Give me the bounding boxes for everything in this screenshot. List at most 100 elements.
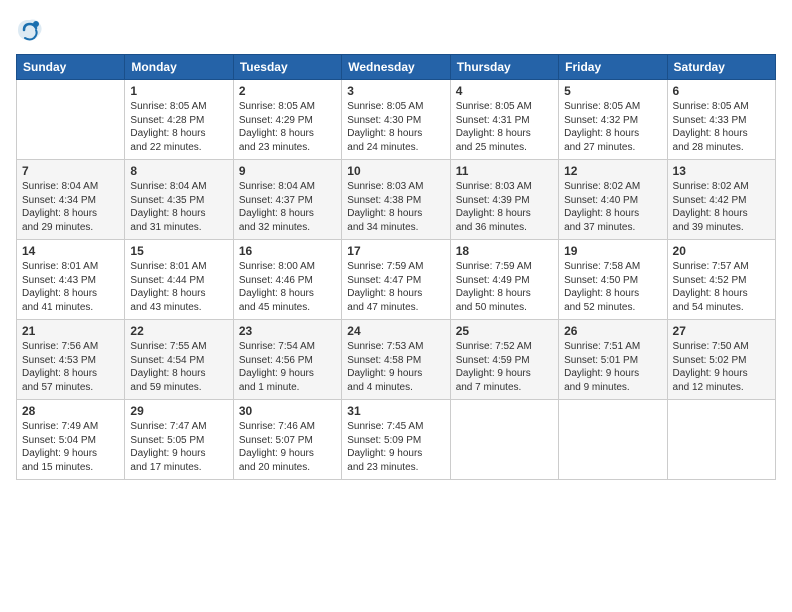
calendar-cell	[17, 80, 125, 160]
calendar-cell: 9 Sunrise: 8:04 AM Sunset: 4:37 PM Daylig…	[233, 160, 341, 240]
day-number: 16	[239, 244, 336, 258]
day-info: Sunrise: 8:02 AM Sunset: 4:42 PM Dayligh…	[673, 180, 770, 234]
day-number: 12	[564, 164, 661, 178]
day-info: Sunrise: 8:05 AM Sunset: 4:31 PM Dayligh…	[456, 100, 553, 154]
day-info: Sunrise: 8:05 AM Sunset: 4:29 PM Dayligh…	[239, 100, 336, 154]
day-info: Sunrise: 8:04 AM Sunset: 4:37 PM Dayligh…	[239, 180, 336, 234]
day-number: 29	[130, 404, 227, 418]
calendar-cell: 4 Sunrise: 8:05 AM Sunset: 4:31 PM Daylig…	[450, 80, 558, 160]
calendar-cell: 3 Sunrise: 8:05 AM Sunset: 4:30 PM Daylig…	[342, 80, 450, 160]
day-number: 28	[22, 404, 119, 418]
calendar-cell: 12 Sunrise: 8:02 AM Sunset: 4:40 PM Dayli…	[559, 160, 667, 240]
calendar-cell: 29 Sunrise: 7:47 AM Sunset: 5:05 PM Dayli…	[125, 400, 233, 480]
weekday-header-cell: Saturday	[667, 55, 775, 80]
day-info: Sunrise: 8:04 AM Sunset: 4:34 PM Dayligh…	[22, 180, 119, 234]
day-number: 4	[456, 84, 553, 98]
calendar-cell: 11Sunrise: 8:03 AM Sunset: 4:39 PM Dayli…	[450, 160, 558, 240]
weekday-header-cell: Friday	[559, 55, 667, 80]
day-number: 2	[239, 84, 336, 98]
day-info: Sunrise: 7:56 AM Sunset: 4:53 PM Dayligh…	[22, 340, 119, 394]
calendar-cell: 1Sunrise: 8:05 AM Sunset: 4:28 PM Daylig…	[125, 80, 233, 160]
day-info: Sunrise: 7:59 AM Sunset: 4:47 PM Dayligh…	[347, 260, 444, 314]
day-info: Sunrise: 7:50 AM Sunset: 5:02 PM Dayligh…	[673, 340, 770, 394]
day-info: Sunrise: 7:45 AM Sunset: 5:09 PM Dayligh…	[347, 420, 444, 474]
day-info: Sunrise: 7:52 AM Sunset: 4:59 PM Dayligh…	[456, 340, 553, 394]
day-info: Sunrise: 7:49 AM Sunset: 5:04 PM Dayligh…	[22, 420, 119, 474]
calendar-cell: 7Sunrise: 8:04 AM Sunset: 4:34 PM Daylig…	[17, 160, 125, 240]
day-info: Sunrise: 8:05 AM Sunset: 4:33 PM Dayligh…	[673, 100, 770, 154]
calendar-cell: 26 Sunrise: 7:51 AM Sunset: 5:01 PM Dayli…	[559, 320, 667, 400]
day-number: 20	[673, 244, 770, 258]
calendar-cell: 23 Sunrise: 7:54 AM Sunset: 4:56 PM Dayli…	[233, 320, 341, 400]
calendar-week-row: 7Sunrise: 8:04 AM Sunset: 4:34 PM Daylig…	[17, 160, 776, 240]
weekday-header-cell: Wednesday	[342, 55, 450, 80]
page-container: SundayMondayTuesdayWednesdayThursdayFrid…	[0, 0, 792, 490]
logo	[16, 16, 48, 44]
calendar-cell: 15 Sunrise: 8:01 AM Sunset: 4:44 PM Dayli…	[125, 240, 233, 320]
calendar-cell	[559, 400, 667, 480]
day-number: 1	[130, 84, 227, 98]
day-info: Sunrise: 8:04 AM Sunset: 4:35 PM Dayligh…	[130, 180, 227, 234]
day-number: 14	[22, 244, 119, 258]
calendar-cell: 18 Sunrise: 7:59 AM Sunset: 4:49 PM Dayli…	[450, 240, 558, 320]
day-info: Sunrise: 7:46 AM Sunset: 5:07 PM Dayligh…	[239, 420, 336, 474]
day-number: 8	[130, 164, 227, 178]
calendar-cell: 17 Sunrise: 7:59 AM Sunset: 4:47 PM Dayli…	[342, 240, 450, 320]
calendar-week-row: 21Sunrise: 7:56 AM Sunset: 4:53 PM Dayli…	[17, 320, 776, 400]
calendar-cell: 22 Sunrise: 7:55 AM Sunset: 4:54 PM Dayli…	[125, 320, 233, 400]
calendar-cell: 24Sunrise: 7:53 AM Sunset: 4:58 PM Dayli…	[342, 320, 450, 400]
header	[16, 16, 776, 44]
weekday-header-cell: Thursday	[450, 55, 558, 80]
day-info: Sunrise: 8:02 AM Sunset: 4:40 PM Dayligh…	[564, 180, 661, 234]
day-info: Sunrise: 7:51 AM Sunset: 5:01 PM Dayligh…	[564, 340, 661, 394]
day-number: 23	[239, 324, 336, 338]
calendar-week-row: 1Sunrise: 8:05 AM Sunset: 4:28 PM Daylig…	[17, 80, 776, 160]
day-info: Sunrise: 8:00 AM Sunset: 4:46 PM Dayligh…	[239, 260, 336, 314]
day-number: 24	[347, 324, 444, 338]
day-number: 25	[456, 324, 553, 338]
day-number: 6	[673, 84, 770, 98]
day-number: 11	[456, 164, 553, 178]
logo-icon	[16, 16, 44, 44]
day-number: 10	[347, 164, 444, 178]
day-number: 3	[347, 84, 444, 98]
calendar-cell	[667, 400, 775, 480]
day-info: Sunrise: 7:59 AM Sunset: 4:49 PM Dayligh…	[456, 260, 553, 314]
calendar-cell: 8 Sunrise: 8:04 AM Sunset: 4:35 PM Daylig…	[125, 160, 233, 240]
day-number: 30	[239, 404, 336, 418]
calendar-cell: 25 Sunrise: 7:52 AM Sunset: 4:59 PM Dayli…	[450, 320, 558, 400]
day-info: Sunrise: 7:57 AM Sunset: 4:52 PM Dayligh…	[673, 260, 770, 314]
day-info: Sunrise: 7:58 AM Sunset: 4:50 PM Dayligh…	[564, 260, 661, 314]
calendar-cell: 30 Sunrise: 7:46 AM Sunset: 5:07 PM Dayli…	[233, 400, 341, 480]
calendar-cell: 31Sunrise: 7:45 AM Sunset: 5:09 PM Dayli…	[342, 400, 450, 480]
calendar-cell: 16 Sunrise: 8:00 AM Sunset: 4:46 PM Dayli…	[233, 240, 341, 320]
calendar-cell: 21Sunrise: 7:56 AM Sunset: 4:53 PM Dayli…	[17, 320, 125, 400]
calendar-week-row: 14Sunrise: 8:01 AM Sunset: 4:43 PM Dayli…	[17, 240, 776, 320]
calendar-body: 1Sunrise: 8:05 AM Sunset: 4:28 PM Daylig…	[17, 80, 776, 480]
day-number: 9	[239, 164, 336, 178]
day-number: 26	[564, 324, 661, 338]
day-number: 27	[673, 324, 770, 338]
day-number: 22	[130, 324, 227, 338]
calendar-table: SundayMondayTuesdayWednesdayThursdayFrid…	[16, 54, 776, 480]
day-info: Sunrise: 7:54 AM Sunset: 4:56 PM Dayligh…	[239, 340, 336, 394]
day-number: 5	[564, 84, 661, 98]
weekday-header-cell: Sunday	[17, 55, 125, 80]
day-info: Sunrise: 7:47 AM Sunset: 5:05 PM Dayligh…	[130, 420, 227, 474]
weekday-header-row: SundayMondayTuesdayWednesdayThursdayFrid…	[17, 55, 776, 80]
day-number: 17	[347, 244, 444, 258]
day-info: Sunrise: 7:55 AM Sunset: 4:54 PM Dayligh…	[130, 340, 227, 394]
calendar-cell: 20 Sunrise: 7:57 AM Sunset: 4:52 PM Dayli…	[667, 240, 775, 320]
day-info: Sunrise: 8:05 AM Sunset: 4:30 PM Dayligh…	[347, 100, 444, 154]
calendar-cell: 2 Sunrise: 8:05 AM Sunset: 4:29 PM Daylig…	[233, 80, 341, 160]
day-info: Sunrise: 8:03 AM Sunset: 4:38 PM Dayligh…	[347, 180, 444, 234]
day-info: Sunrise: 8:05 AM Sunset: 4:32 PM Dayligh…	[564, 100, 661, 154]
weekday-header-cell: Tuesday	[233, 55, 341, 80]
calendar-cell: 6 Sunrise: 8:05 AM Sunset: 4:33 PM Daylig…	[667, 80, 775, 160]
day-number: 18	[456, 244, 553, 258]
day-info: Sunrise: 8:01 AM Sunset: 4:44 PM Dayligh…	[130, 260, 227, 314]
calendar-cell: 28 Sunrise: 7:49 AM Sunset: 5:04 PM Dayli…	[17, 400, 125, 480]
day-number: 15	[130, 244, 227, 258]
calendar-cell: 10 Sunrise: 8:03 AM Sunset: 4:38 PM Dayli…	[342, 160, 450, 240]
calendar-cell: 13Sunrise: 8:02 AM Sunset: 4:42 PM Dayli…	[667, 160, 775, 240]
